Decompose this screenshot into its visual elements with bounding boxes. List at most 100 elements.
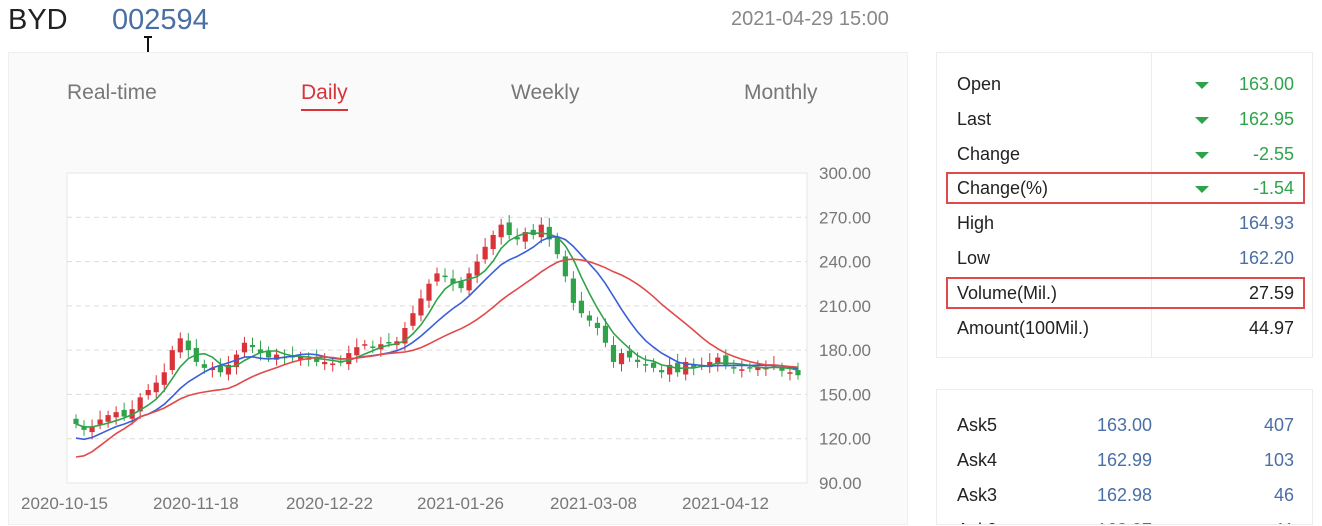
- candle-body: [354, 347, 360, 356]
- candle-body: [145, 390, 151, 396]
- order-label: Ask2: [957, 520, 997, 524]
- candle-body: [434, 273, 440, 282]
- candle-body: [458, 281, 464, 289]
- quote-value: 44.97: [1248, 317, 1294, 338]
- quote-label: Low: [957, 248, 991, 268]
- x-tick-label: 2020-12-22: [286, 494, 373, 513]
- x-tick-label: 2021-04-12: [682, 494, 769, 513]
- down-arrow-icon: [1195, 116, 1209, 124]
- quote-label: Amount(100Mil.): [957, 317, 1090, 338]
- candle-body: [410, 313, 416, 326]
- order-row: Ask4 162.99 103: [937, 446, 1312, 480]
- stock-code[interactable]: 002594: [112, 4, 209, 37]
- candle-body: [626, 350, 633, 358]
- candle-body: [442, 275, 448, 278]
- order-volume: 407: [1263, 415, 1294, 435]
- order-price: 163.00: [1097, 415, 1153, 435]
- order-book-panel: Ask5163.00407Ask4162.99103Ask3162.9846As…: [936, 389, 1313, 525]
- candle-body: [594, 322, 601, 328]
- y-tick-label: 180.00: [819, 341, 871, 360]
- candle-body: [169, 350, 175, 371]
- candle-body: [610, 344, 617, 362]
- candle-body: [747, 367, 753, 369]
- candle-body: [538, 224, 544, 238]
- quote-value: 164.93: [1238, 213, 1294, 234]
- order-price: 162.98: [1097, 485, 1153, 505]
- quote-value: 163.00: [1238, 74, 1294, 94]
- order-row: Ask5 163.00 407: [937, 411, 1312, 445]
- candle-body: [426, 283, 432, 301]
- y-tick-label: 90.00: [819, 474, 862, 493]
- candle-body: [201, 364, 207, 368]
- candle-body: [249, 344, 256, 348]
- order-row: Ask3 162.98 46: [937, 481, 1312, 515]
- order-label: Ask4: [957, 450, 998, 470]
- candle-body: [650, 362, 657, 368]
- chart-panel: Real-time Daily Weekly Monthly 300.00 270…: [8, 52, 908, 525]
- candle-body: [177, 338, 183, 353]
- candle-body: [506, 222, 512, 235]
- quote-value: -2.55: [1252, 143, 1294, 164]
- candle-body: [466, 273, 472, 291]
- plot-area: [66, 172, 808, 484]
- x-tick-label: 2020-11-18: [153, 494, 239, 513]
- candle-body: [795, 370, 801, 376]
- y-tick-label: 300.00: [819, 164, 871, 183]
- candle-body: [330, 363, 336, 365]
- quote-label: Open: [957, 74, 1002, 94]
- candle-body: [490, 235, 496, 250]
- y-tick-label: 120.00: [819, 430, 871, 449]
- candle-body: [659, 370, 665, 373]
- candle-body: [121, 409, 127, 417]
- y-tick-label: 270.00: [819, 208, 871, 227]
- candlestick-chart[interactable]: 300.00 270.00 240.00 210.00 180.00 150.00 120.…: [9, 53, 909, 526]
- quote-panel: Open 163.00 Last 162.95 Change -2.55 Change(%)…: [936, 52, 1313, 358]
- x-tick-label: 2021-01-26: [417, 494, 504, 513]
- candle-body: [322, 361, 328, 365]
- candle-body: [498, 224, 504, 238]
- quote-row: Amount(100Mil.) 44.97: [937, 312, 1314, 346]
- candle-body: [241, 342, 248, 353]
- candle-body: [570, 278, 576, 303]
- candle-body: [161, 372, 167, 385]
- quote-row: Low 162.20: [937, 242, 1314, 276]
- down-arrow-icon: [1195, 151, 1209, 159]
- order-price: 162.99: [1097, 450, 1153, 470]
- quote-row: Change -2.55: [937, 138, 1314, 172]
- candle-body: [474, 261, 480, 276]
- order-volume: 103: [1263, 450, 1294, 470]
- order-row: Ask2 162.97 11: [937, 516, 1312, 524]
- candle-body: [578, 300, 584, 314]
- candle-body: [185, 340, 191, 351]
- candle-body: [731, 367, 737, 369]
- quote-value: 162.20: [1238, 248, 1294, 268]
- candle-body: [634, 359, 641, 362]
- order-volume: 46: [1273, 485, 1294, 505]
- change-pct-highlight: [946, 172, 1305, 204]
- order-price: 162.97: [1097, 520, 1152, 524]
- volume-highlight: [946, 277, 1305, 309]
- candle-body: [73, 418, 79, 424]
- timestamp: 2021-04-29 15:00: [731, 8, 889, 30]
- candle-body: [418, 298, 424, 316]
- candle-body: [386, 342, 392, 344]
- candle-body: [618, 353, 625, 365]
- candle-body: [642, 364, 649, 366]
- candle-body: [482, 246, 488, 260]
- quote-label: Change: [957, 143, 1021, 164]
- candle-body: [370, 346, 376, 348]
- quote-row: Last 162.95: [937, 103, 1314, 137]
- candle-body: [787, 372, 793, 374]
- quote-value: 162.95: [1238, 108, 1294, 129]
- x-tick-label: 2020-10-15: [21, 494, 108, 513]
- candle-body: [739, 369, 745, 371]
- x-tick-label: 2021-03-08: [550, 494, 637, 513]
- quote-label: Last: [957, 108, 992, 129]
- candle-body: [105, 415, 111, 422]
- candle-body: [602, 325, 609, 343]
- quote-row: High 164.93: [937, 207, 1314, 241]
- stock-name: BYD: [8, 4, 68, 36]
- order-label: Ask3: [957, 485, 998, 505]
- candle-body: [153, 382, 159, 393]
- quote-label: High: [957, 213, 995, 234]
